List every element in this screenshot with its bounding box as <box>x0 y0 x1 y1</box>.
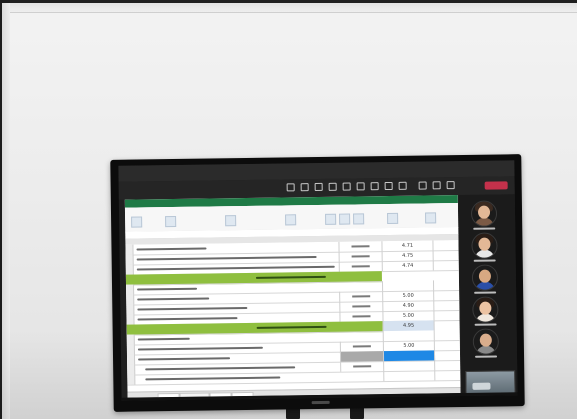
cell-unit[interactable] <box>338 241 382 252</box>
participant-video[interactable] <box>472 328 500 355</box>
sort-filter-icon[interactable] <box>425 212 437 224</box>
cell-unit[interactable] <box>339 351 384 362</box>
tv-screen: 4.71 4.75 4.74 5.00 4.90 5.00 4.95 5.00 <box>118 160 518 401</box>
cell-value[interactable]: 4.74 <box>381 260 434 272</box>
cell-unit[interactable] <box>339 311 383 322</box>
row-text <box>137 287 198 291</box>
television: 4.71 4.75 4.74 5.00 4.90 5.00 4.95 5.00 <box>110 154 525 412</box>
row-text <box>137 297 210 301</box>
shared-spreadsheet-window: 4.71 4.75 4.74 5.00 4.90 5.00 4.95 5.00 <box>124 195 461 398</box>
section-title <box>256 325 327 329</box>
notes-icon[interactable] <box>370 182 379 191</box>
row-number <box>127 374 136 385</box>
more-icon[interactable] <box>398 181 407 190</box>
row-number <box>125 254 134 265</box>
row-number <box>127 364 136 375</box>
spreadsheet-grid: 4.71 4.75 4.74 5.00 4.90 5.00 4.95 5.00 <box>125 240 461 392</box>
row-text <box>137 306 248 311</box>
row-number <box>125 264 134 275</box>
apps-icon[interactable] <box>384 181 393 191</box>
row-text <box>137 337 190 341</box>
row-text <box>137 317 238 321</box>
row-number <box>125 244 134 255</box>
cell-unit[interactable] <box>338 251 382 262</box>
row-text <box>136 256 317 261</box>
microphone-icon[interactable] <box>432 181 441 190</box>
participant-video[interactable] <box>471 264 499 291</box>
participant-video[interactable] <box>471 232 498 259</box>
row-number <box>126 344 135 355</box>
participant-video[interactable] <box>470 200 498 227</box>
view-icon[interactable] <box>356 182 365 191</box>
cell-unit[interactable] <box>339 301 383 312</box>
row-text <box>136 265 335 271</box>
cell-unit[interactable] <box>340 361 384 372</box>
self-view-video[interactable] <box>465 370 516 395</box>
table-format-icon[interactable] <box>339 213 351 225</box>
participant-name <box>473 227 496 230</box>
participant-name <box>474 291 497 294</box>
participant-name <box>473 259 496 262</box>
row-text <box>145 376 281 381</box>
cell-unit[interactable] <box>339 341 383 352</box>
reactions-icon[interactable] <box>342 182 351 191</box>
row-text <box>138 357 231 361</box>
participant-panel <box>458 194 518 396</box>
row-text <box>137 346 263 351</box>
chat-icon[interactable] <box>300 183 309 192</box>
row-number <box>126 314 135 325</box>
participant-name <box>474 323 497 326</box>
row-number <box>126 354 136 365</box>
row-text <box>145 366 296 371</box>
insert-cells-icon[interactable] <box>387 212 399 225</box>
participant-video[interactable] <box>472 296 499 323</box>
align-icon[interactable] <box>225 215 237 227</box>
leave-button[interactable] <box>484 181 508 190</box>
raise-hand-icon[interactable] <box>328 182 337 191</box>
cell-styles-icon[interactable] <box>353 213 365 225</box>
paste-icon[interactable] <box>131 216 143 228</box>
row-text <box>136 247 207 251</box>
more-actions-icon[interactable] <box>286 183 295 192</box>
table-row: 4.95 <box>382 320 435 332</box>
camera-icon[interactable] <box>418 181 427 190</box>
conditional-format-icon[interactable] <box>325 213 337 225</box>
row-number <box>126 294 135 305</box>
font-icon[interactable] <box>165 215 177 228</box>
row-number <box>126 284 135 295</box>
row-number <box>126 334 135 345</box>
tv-logo <box>311 400 330 405</box>
people-icon[interactable] <box>314 182 323 192</box>
share-icon[interactable] <box>446 181 455 190</box>
number-format-icon[interactable] <box>285 214 297 226</box>
photo-border-top <box>0 0 577 3</box>
participant-name <box>475 355 498 358</box>
section-title <box>255 275 326 279</box>
row-number <box>126 304 135 315</box>
photo-scene: 4.71 4.75 4.74 5.00 4.90 5.00 4.95 5.00 <box>0 0 577 419</box>
cell-unit[interactable] <box>339 291 383 302</box>
cell-unit[interactable] <box>338 261 382 272</box>
cell-value[interactable] <box>383 370 436 382</box>
